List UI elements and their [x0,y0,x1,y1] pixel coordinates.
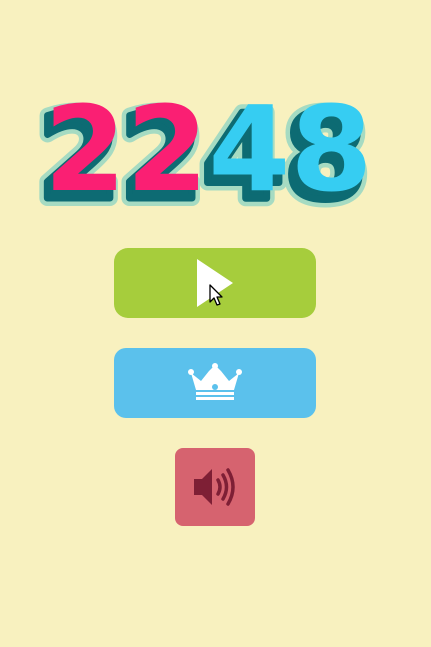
crown-icon [188,363,242,400]
logo-part-pink: 22 [44,90,208,215]
game-screen: 2248 2248 2248 [0,0,431,647]
logo-text: 2248 [44,90,372,215]
leaderboard-button[interactable] [114,348,316,418]
speaker-icon [194,468,235,506]
sound-toggle-button[interactable] [175,448,255,526]
play-button[interactable] [114,248,316,318]
play-icon [197,259,233,307]
logo-part-cyan: 48 [208,90,372,215]
logo-graphic: 2248 2248 2248 [30,90,374,215]
game-logo: 2248 2248 2248 [30,90,400,215]
